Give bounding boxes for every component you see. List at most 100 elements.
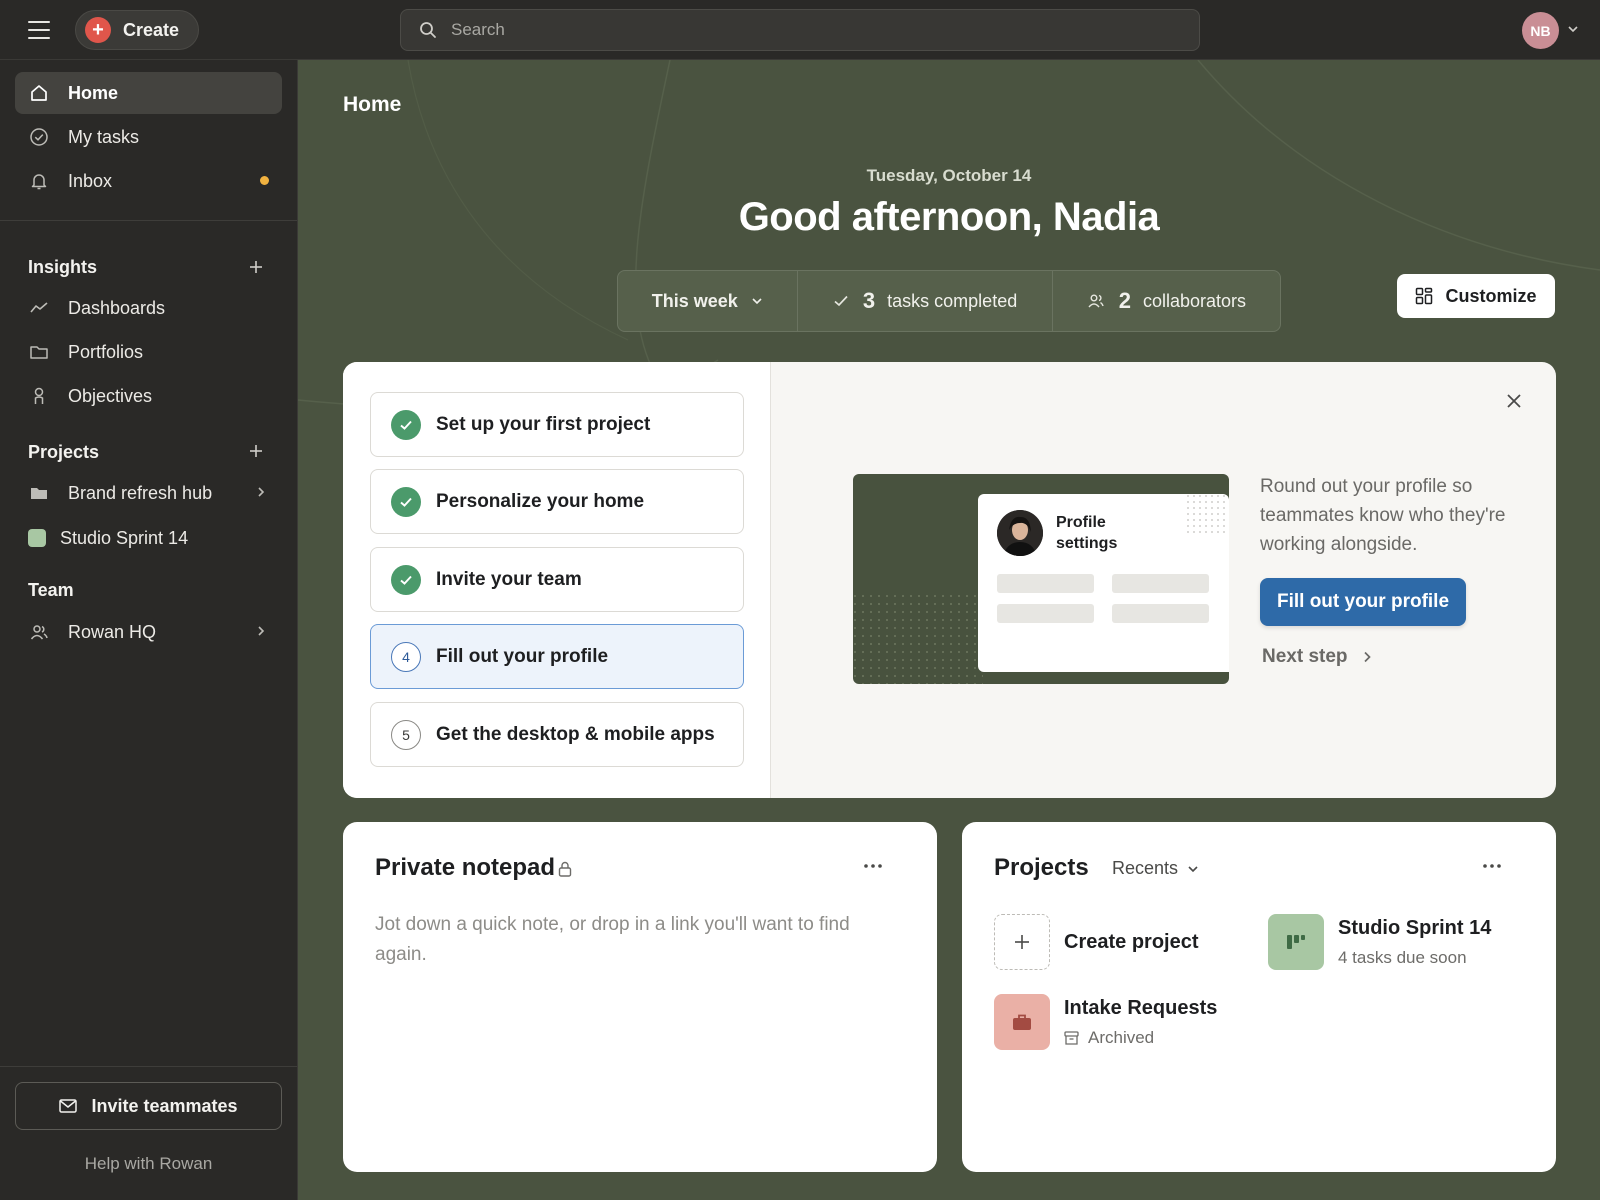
period-label: This week	[651, 290, 738, 311]
help-link[interactable]: Help with Rowan	[0, 1154, 297, 1174]
user-avatar[interactable]: NB	[1522, 12, 1559, 49]
sidebar-item-my-tasks[interactable]: My tasks	[15, 116, 282, 158]
onboarding-step-5[interactable]: 5 Get the desktop & mobile apps	[370, 702, 744, 767]
search-input[interactable]	[451, 20, 1151, 40]
sidebar-item-label: Inbox	[68, 170, 113, 191]
profile-settings-title: Profile settings	[1056, 514, 1118, 552]
lock-icon	[558, 861, 572, 877]
project-color-swatch	[28, 529, 46, 547]
more-options-icon[interactable]	[858, 854, 888, 878]
onboarding-step-2[interactable]: Personalize your home	[370, 469, 744, 534]
create-project-item[interactable]: Create project	[994, 914, 1199, 970]
search-bar[interactable]	[400, 9, 1200, 51]
placeholder-bar	[1112, 604, 1209, 623]
section-heading-projects: Projects	[28, 442, 100, 462]
plus-icon: +	[85, 17, 111, 43]
date-label: Tuesday, October 14	[866, 166, 1032, 185]
section-heading-team: Team	[28, 580, 74, 600]
sidebar-item-inbox[interactable]: Inbox	[15, 160, 282, 202]
project-meta: Archived	[1088, 1027, 1155, 1047]
private-notepad-widget: Private notepad	[343, 822, 937, 1172]
placeholder-bar	[997, 574, 1094, 593]
recents-dropdown[interactable]: Recents	[1112, 858, 1200, 879]
sidebar-item-dashboards[interactable]: Dashboards	[15, 287, 282, 329]
step-label: Fill out your profile	[436, 645, 609, 667]
sidebar-item-label: Dashboards	[68, 297, 166, 318]
step-number-badge: 4	[391, 641, 421, 672]
widget-title: Projects	[994, 854, 1089, 881]
recents-label: Recents	[1112, 858, 1179, 878]
dot-pattern	[853, 594, 983, 684]
sidebar-item-portfolios[interactable]: Portfolios	[15, 331, 282, 373]
sidebar-item-rowan-hq[interactable]: Rowan HQ	[15, 611, 282, 653]
create-button[interactable]: + Create	[75, 10, 199, 50]
sidebar-item-label: Objectives	[68, 385, 153, 406]
project-name: Intake Requests	[1064, 996, 1218, 1019]
sidebar: Home My tasks Inbox Insights Dashboards …	[0, 60, 298, 1200]
placeholder-bar	[1112, 574, 1209, 593]
onboarding-card: Set up your first project Personalize yo…	[343, 362, 1556, 798]
checkmark-icon	[391, 486, 421, 517]
chevron-down-icon	[1188, 865, 1198, 872]
onboarding-steps: Set up your first project Personalize yo…	[343, 362, 771, 798]
chevron-right-icon[interactable]	[254, 624, 268, 638]
customize-button[interactable]: Customize	[1397, 274, 1555, 318]
step-label: Invite your team	[436, 568, 582, 590]
sidebar-item-label: My tasks	[68, 126, 140, 147]
sidebar-item-brand-refresh-hub[interactable]: Brand refresh hub	[15, 472, 282, 514]
page-title: Home	[343, 93, 402, 116]
chevron-down-icon[interactable]	[1566, 22, 1580, 36]
more-options-icon[interactable]	[1477, 854, 1507, 878]
chevron-right-icon[interactable]	[254, 485, 268, 499]
project-meta: 4 tasks due soon	[1338, 947, 1467, 967]
people-icon	[29, 622, 49, 642]
checkmark-icon	[391, 409, 421, 440]
onboarding-step-4[interactable]: 4 Fill out your profile	[370, 624, 744, 689]
sidebar-item-objectives[interactable]: Objectives	[15, 375, 282, 417]
person-pin-icon	[29, 386, 49, 406]
notepad-input[interactable]	[375, 910, 905, 1140]
divider	[0, 1066, 297, 1067]
next-step-link[interactable]: Next step	[1262, 646, 1374, 668]
projects-widget: Projects Recents Create project Studio S…	[962, 822, 1556, 1172]
onboarding-step-1[interactable]: Set up your first project	[370, 392, 744, 457]
project-item-intake-requests[interactable]: Intake Requests Archived	[994, 994, 1217, 1050]
hamburger-menu-icon[interactable]	[26, 18, 52, 42]
top-bar: + Create NB	[0, 0, 1600, 60]
layout-grid-icon	[1416, 287, 1433, 305]
onboarding-description: Round out your profile so teammates know…	[1260, 476, 1506, 555]
onboarding-step-3[interactable]: Invite your team	[370, 547, 744, 612]
search-icon	[420, 22, 436, 38]
profile-illustration: Profile settings	[853, 474, 1229, 684]
greeting-heading: Good afternoon, Nadia	[738, 195, 1160, 239]
project-meta-row: Archived	[1064, 1028, 1217, 1048]
chevron-down-icon	[752, 298, 762, 305]
widget-title: Private notepad	[375, 854, 556, 881]
collaborators-count: 2	[1118, 288, 1131, 313]
add-project-plus-icon[interactable]	[246, 441, 266, 461]
unread-dot	[260, 176, 269, 185]
period-dropdown[interactable]: This week	[618, 271, 797, 331]
profile-settings-card: Profile settings	[978, 494, 1229, 672]
stats-bar: This week 3 tasks completed 2 collaborat…	[617, 270, 1281, 332]
sidebar-item-studio-sprint-14[interactable]: Studio Sprint 14	[15, 517, 282, 559]
tasks-completed-label: tasks completed	[887, 290, 1018, 311]
customize-label: Customize	[1445, 285, 1537, 306]
project-item-studio-sprint-14[interactable]: Studio Sprint 14 4 tasks due soon	[1268, 914, 1491, 970]
chevron-right-icon	[1363, 651, 1371, 663]
step-label: Personalize your home	[436, 490, 645, 512]
fill-out-profile-button[interactable]: Fill out your profile	[1260, 578, 1466, 626]
invite-teammates-button[interactable]: Invite teammates	[15, 1082, 282, 1130]
add-insight-plus-icon[interactable]	[246, 257, 266, 277]
sidebar-item-label: Portfolios	[68, 341, 144, 362]
divider	[0, 220, 297, 221]
section-heading-insights: Insights	[28, 257, 98, 277]
placeholder-bar	[997, 604, 1094, 623]
close-icon[interactable]	[1503, 390, 1525, 412]
board-icon	[1268, 914, 1324, 970]
step-label: Set up your first project	[436, 413, 651, 435]
project-name: Studio Sprint 14	[1338, 916, 1492, 939]
sidebar-item-label: Home	[68, 82, 119, 103]
main-content: Home Tuesday, October 14 Good afternoon,…	[298, 60, 1600, 1200]
sidebar-item-home[interactable]: Home	[15, 72, 282, 114]
